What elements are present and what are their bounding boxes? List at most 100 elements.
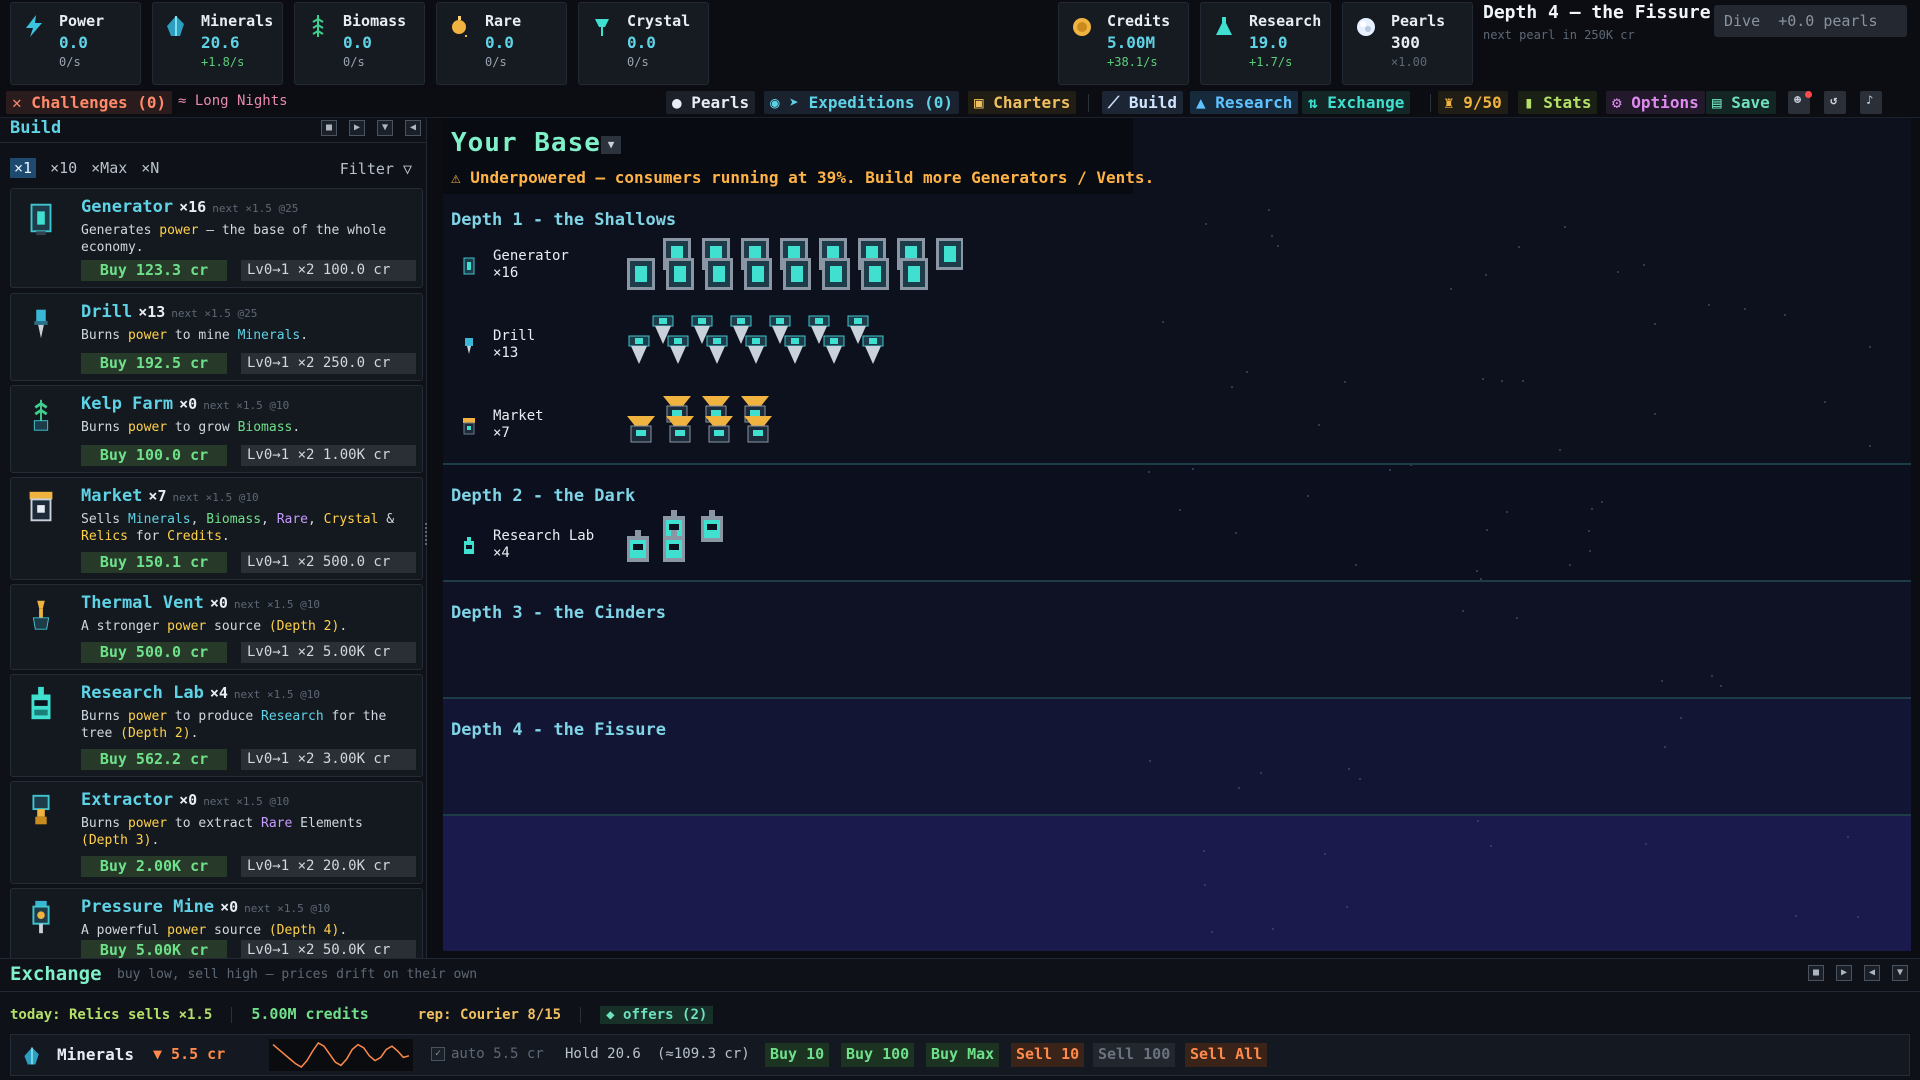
buy-button[interactable]: Buy 5.00K cr [81,940,227,958]
star [1161,320,1164,323]
long-nights-tag[interactable]: ≈ Long Nights [172,91,294,114]
star [1642,263,1645,266]
build-card-research-lab: Research Lab ×4 next ×1.5 @10 Burns power t… [10,674,423,777]
sell-all-button[interactable]: Sell All [1185,1043,1268,1067]
buy-max-button[interactable]: Buy Max [926,1043,1000,1067]
next-bonus: next ×1.5 @25 [212,202,299,215]
panel-minimize-icon[interactable]: ■ [1808,965,1824,981]
upgrade-button[interactable]: Lv0→1 ×2 5.00K cr [241,642,416,663]
building-count: ×4 [209,684,228,702]
dive-button[interactable]: Dive +0.0 pearls [1714,5,1907,37]
build-card-market: Market ×7 next ×1.5 @10 Sells Minerals, Bio… [10,477,423,580]
drill-icon [465,338,473,354]
base-dropdown-icon[interactable]: ▼ [601,136,621,154]
offers-button[interactable]: ◆ offers (2) [600,1006,714,1024]
tab-pearls[interactable]: ● Pearls [666,91,756,114]
crystal-icon [595,19,609,36]
star [1345,906,1348,909]
research-lab-icon [464,537,474,554]
generator-icon [30,203,52,236]
tab-label: Exchange [1327,93,1405,112]
tab-expeditions[interactable]: ◉ ➤ Expeditions (0) [764,91,960,114]
building-name: Extractor ×0 next ×1.5 @10 [81,790,290,810]
buy-button[interactable]: Buy 500.0 cr [81,642,227,663]
upgrade-button[interactable]: Lv0→1 ×2 1.00K cr [241,445,416,466]
panel-divider [0,991,1920,992]
challenges-button[interactable]: ✕ Challenges (0) [6,91,173,114]
building-name: Drill ×13 [493,328,536,361]
buy-button[interactable]: Buy 150.1 cr [81,552,227,573]
market-icon [29,491,53,522]
star [1489,844,1492,847]
star [1660,680,1663,683]
exchange-icon: ⇅ [1308,93,1318,112]
tab-research[interactable]: ▲ Research [1190,91,1299,114]
resource-value: 0.0 [59,33,88,52]
star [1856,916,1859,919]
save-button[interactable]: ▤ Save [1706,91,1776,114]
build-panel: Build ■ ▶ ▼ ◀ ×1 ×10 ×Max ×N Filter ▽ Gener… [0,118,427,958]
tab-label: Build [1128,93,1178,112]
tab-exchange[interactable]: ⇅ Exchange [1302,91,1411,114]
tab-charters[interactable]: ▣ Charters [968,91,1077,114]
upgrade-button[interactable]: Lv0→1 ×2 500.0 cr [241,552,416,573]
building-name: Market ×7 [493,408,544,441]
underpowered-warning: ⚠ Underpowered — consumers running at 39… [451,168,1155,187]
building-name: Research Lab ×4 [493,528,595,561]
panel-play-icon[interactable]: ▶ [1836,965,1852,981]
buy-button[interactable]: Buy 123.3 cr [81,260,227,281]
next-bonus: next ×1.5 @10 [233,598,320,611]
chat-icon: ☻ [1794,93,1802,107]
resource-rate: 0/s [485,55,507,69]
buy-button[interactable]: Buy 100.0 cr [81,445,227,466]
next-pearl-info: next pearl in 250K cr [1483,28,1635,42]
tab-build[interactable]: ⟋ Build [1102,91,1184,114]
upgrade-button[interactable]: Lv0→1 ×2 250.0 cr [241,353,416,374]
resource-rate: 0/s [59,55,81,69]
panel-hide-icon[interactable]: ◀ [1864,965,1880,981]
resource-value: 0.0 [627,33,656,52]
panel-collapse-icon[interactable]: ▼ [1892,965,1908,981]
building-name: Kelp Farm ×0 next ×1.5 @10 [81,394,290,414]
upgrade-button[interactable]: Lv0→1 ×2 3.00K cr [241,749,416,770]
bar-chart-icon: ▮ [1524,93,1534,112]
options-button[interactable]: ⚙ Options [1606,91,1705,114]
next-bonus: next ×1.5 @10 [244,902,331,915]
depth-title: Depth 4 — the Fissure [1483,2,1711,23]
currency-pearls: Pearls 300 ×1.00 [1342,2,1473,85]
market-icon [463,418,475,435]
building-description: Burns power to grow Biomass. [81,420,301,435]
depth-divider [443,697,1911,699]
upgrade-button[interactable]: Lv0→1 ×2 50.0K cr [241,940,416,958]
sell-10-button[interactable]: Sell 10 [1011,1043,1085,1067]
resource-name: Crystal [627,12,691,30]
exchange-item-minerals: Minerals ▼ 5.5 cr ✓ auto 5.5 cr Hold 20.… [10,1034,1910,1076]
stats-button[interactable]: ▮ Stats [1518,91,1598,114]
trophies-button[interactable]: ♜ 9/50 [1438,91,1508,114]
reset-button[interactable]: ↺ [1824,91,1846,114]
upgrade-button[interactable]: Lv0→1 ×2 20.0K cr [241,856,416,877]
buy-button[interactable]: Buy 562.2 cr [81,749,227,770]
resource-crystal: Crystal 0.0 0/s [578,2,709,85]
buy-10-button[interactable]: Buy 10 [765,1043,830,1067]
market-sprite [705,416,733,426]
generator-sprites [627,238,963,290]
next-bonus: next ×1.5 @10 [172,491,259,504]
star [1481,377,1484,380]
music-button[interactable]: ♪ [1860,91,1882,114]
upgrade-button[interactable]: Lv0→1 ×2 100.0 cr [241,260,416,281]
sparkline-path [272,1042,410,1068]
star [1449,287,1452,290]
auto-checkbox[interactable]: ✓ [431,1047,445,1061]
buy-button[interactable]: Buy 2.00K cr [81,856,227,877]
kelp-icon [312,15,324,37]
resource-value: 20.6 [201,33,240,52]
sell-100-button[interactable]: Sell 100 [1093,1043,1176,1067]
buy-100-button[interactable]: Buy 100 [841,1043,915,1067]
lightning-icon [26,15,42,37]
resource-name: Biomass [343,12,407,30]
currency-name: Pearls [1391,12,1446,30]
buy-button[interactable]: Buy 192.5 cr [81,353,227,374]
resize-handle[interactable] [425,523,428,545]
star [1476,820,1479,823]
